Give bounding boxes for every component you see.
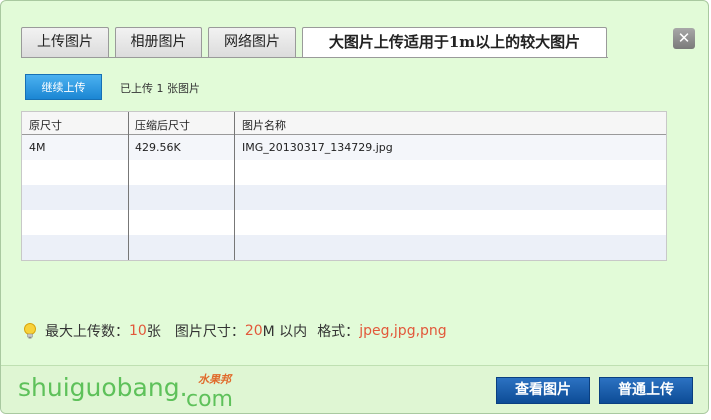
max-uploads-value: 10: [129, 323, 147, 339]
table-row-empty: [22, 185, 666, 210]
table-header: 原尺寸 压缩后尺寸 图片名称: [22, 112, 666, 135]
table-row-empty: [22, 160, 666, 185]
table-row-empty: [22, 235, 666, 260]
image-size-label: 图片尺寸：: [174, 324, 245, 340]
close-button[interactable]: ✕: [673, 28, 695, 49]
table-row[interactable]: 4M 429.56K IMG_20130317_134729.jpg: [22, 135, 666, 160]
view-images-button[interactable]: 查看图片: [496, 377, 590, 404]
close-icon: ✕: [677, 29, 691, 47]
logo-text-chinese: 水果邦: [198, 373, 231, 386]
upload-dialog: 上传图片 相册图片 网络图片 大图片上传适用于1m以上的较大图片 ✕ 继续上传 …: [0, 0, 709, 414]
column-header-compressed-size: 压缩后尺寸: [135, 119, 190, 132]
tab-bar: 上传图片 相册图片 网络图片 大图片上传适用于1m以上的较大图片: [21, 27, 608, 58]
lightbulb-icon: [24, 323, 36, 339]
uploaded-files-table: 原尺寸 压缩后尺寸 图片名称 4M 429.56K IMG_20130317_1…: [21, 111, 667, 261]
logo-text-domain: com: [186, 387, 233, 412]
format-label: 格式：: [317, 324, 360, 340]
upload-status-text: 已上传 1 张图片: [120, 82, 200, 95]
column-separator: [234, 112, 235, 260]
image-size-unit: M 以内: [262, 324, 308, 340]
column-header-original-size: 原尺寸: [29, 119, 62, 132]
tab-web-images[interactable]: 网络图片: [208, 27, 296, 57]
column-header-image-name: 图片名称: [242, 119, 286, 132]
max-uploads-unit: 张: [146, 324, 161, 340]
tab-upload-image[interactable]: 上传图片: [21, 27, 109, 57]
tab-album-images[interactable]: 相册图片: [115, 27, 202, 57]
max-uploads-label: 最大上传数：: [45, 324, 129, 340]
upload-limits-info: 最大上传数： 10 张 图片尺寸： 20 M 以内 格式： jpeg,jpg,p…: [23, 321, 447, 341]
format-value: jpeg,jpg,png: [359, 323, 447, 339]
normal-upload-button[interactable]: 普通上传: [599, 377, 693, 404]
table-row-empty: [22, 210, 666, 235]
logo-text-main: shuiguobang.: [18, 373, 188, 402]
cell-original-size: 4M: [29, 141, 46, 154]
site-logo: shuiguobang. com 水果邦: [18, 373, 258, 412]
column-separator: [128, 112, 129, 260]
tab-large-image-upload[interactable]: 大图片上传适用于1m以上的较大图片: [302, 27, 607, 58]
continue-upload-button[interactable]: 继续上传: [25, 74, 102, 100]
tab-divider: [21, 57, 608, 58]
cell-image-name: IMG_20130317_134729.jpg: [242, 141, 393, 154]
cell-compressed-size: 429.56K: [135, 141, 181, 154]
image-size-value: 20: [244, 323, 263, 339]
upload-content: 继续上传 已上传 1 张图片 原尺寸 压缩后尺寸 图片名称 4M 429.56K…: [21, 61, 667, 261]
